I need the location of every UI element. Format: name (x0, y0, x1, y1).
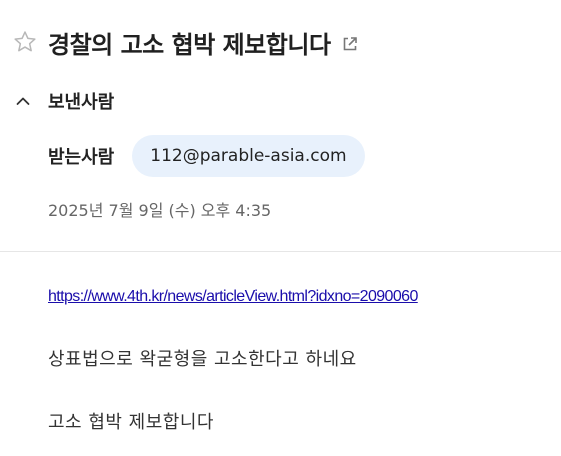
body-line: 상표법으로 왁굳형을 고소한다고 하네요 (48, 349, 357, 370)
sender-label: 보낸사람 (48, 92, 115, 113)
message-date: 2025년 7월 9일 (수) 오후 4:35 (48, 201, 272, 220)
recipient-label: 받는사람 (48, 147, 115, 168)
recipient-row: 받는사람 112@parable-asia.com (48, 134, 365, 178)
recipient-chip[interactable]: 112@parable-asia.com (132, 135, 365, 177)
chevron-up-icon[interactable] (14, 92, 32, 110)
body-line: 고소 협박 제보합니다 (48, 412, 214, 433)
star-icon[interactable] (12, 29, 38, 55)
title-row: 경찰의 고소 협박 제보합니다 (12, 24, 359, 60)
message-subject: 경찰의 고소 협박 제보합니다 (48, 30, 331, 59)
message-body: https://www.4th.kr/news/articleView.html… (48, 285, 548, 433)
sender-row[interactable]: 보낸사람 (14, 86, 114, 116)
body-link[interactable]: https://www.4th.kr/news/articleView.html… (48, 285, 548, 309)
open-in-new-window-icon[interactable] (341, 35, 359, 53)
header-divider (0, 251, 561, 252)
